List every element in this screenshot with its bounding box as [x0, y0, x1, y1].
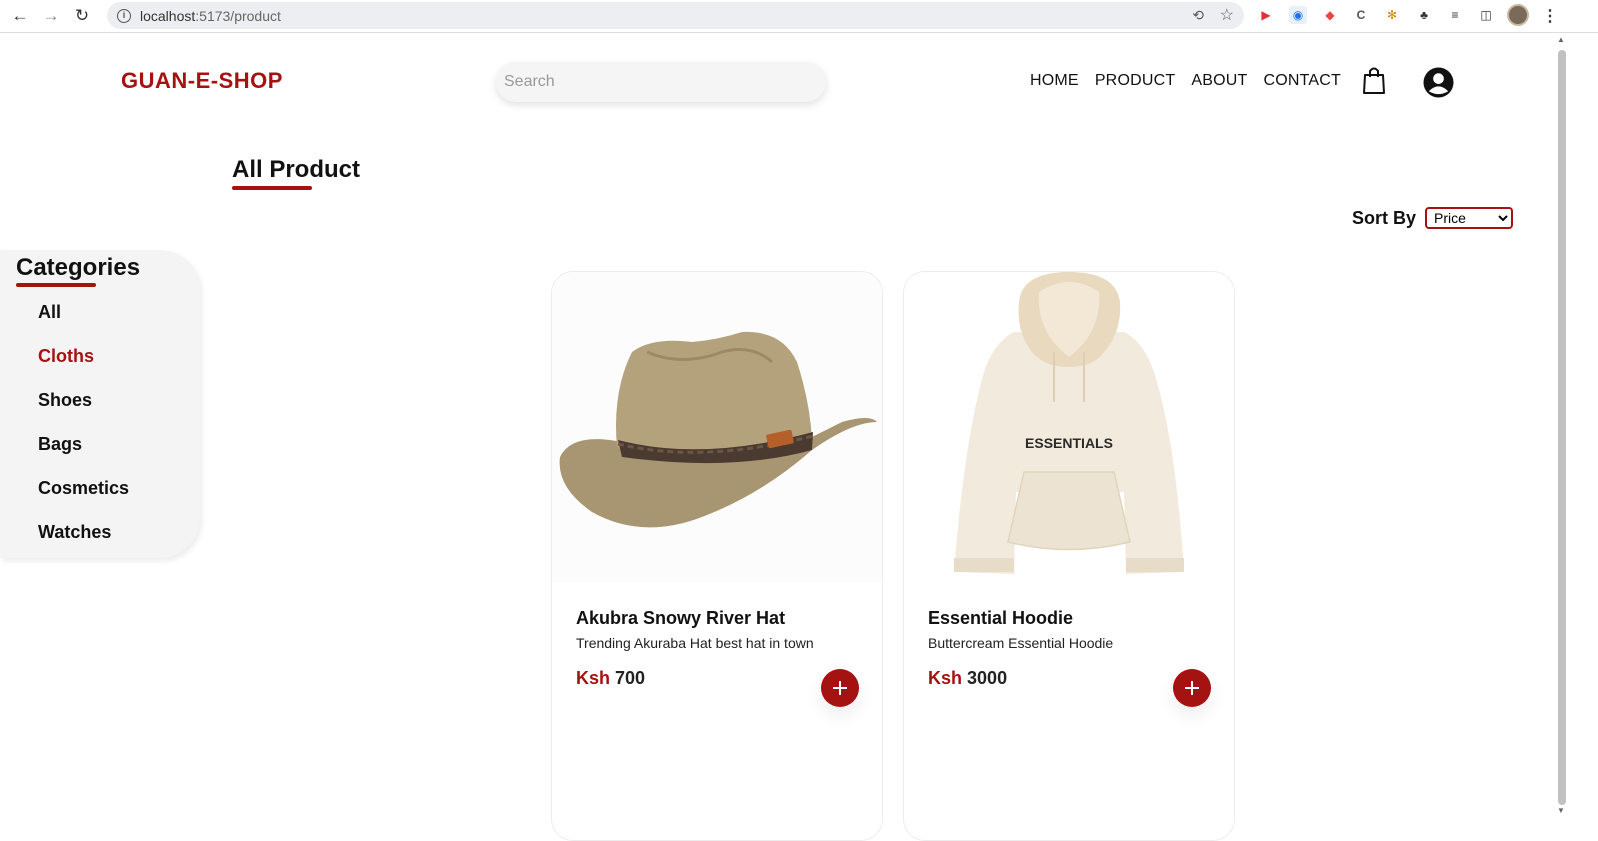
category-bags[interactable]: Bags — [38, 434, 82, 455]
add-to-cart-button[interactable] — [1173, 669, 1211, 707]
site-info-icon[interactable]: i — [117, 8, 131, 23]
plus-icon — [1185, 681, 1199, 695]
plus-icon — [833, 681, 847, 695]
product-name[interactable]: Essential Hoodie — [928, 608, 1073, 629]
scrollbar-thumb[interactable] — [1558, 50, 1566, 805]
nav-home[interactable]: HOME — [1030, 72, 1079, 90]
browser-toolbar: ← → ↻ i localhost:5173/product ⟲ ☆ ▶ ◉ ◆… — [0, 0, 1598, 33]
brand-logo[interactable]: GUAN-E-SHOP — [121, 68, 283, 94]
extension-bug-icon[interactable]: ✻ — [1383, 6, 1401, 24]
scroll-up-arrow-icon[interactable]: ▲ — [1557, 35, 1565, 44]
share-icon[interactable]: ⟲ — [1192, 7, 1204, 24]
title-underline — [232, 186, 312, 190]
product-description: Buttercream Essential Hoodie — [928, 635, 1114, 651]
product-image-hat[interactable] — [552, 272, 883, 582]
categories-underline — [16, 283, 96, 287]
sort-select[interactable]: Price — [1425, 207, 1513, 229]
bookmark-star-icon[interactable]: ☆ — [1220, 5, 1234, 25]
menu-kebab-icon[interactable]: ⋮ — [1542, 6, 1558, 26]
reading-list-icon[interactable]: ≡ — [1446, 6, 1464, 24]
forward-arrow-icon[interactable]: → — [40, 5, 62, 27]
extensions-puzzle-icon[interactable]: ♣ — [1415, 6, 1433, 24]
nav-contact[interactable]: CONTACT — [1263, 72, 1341, 90]
back-arrow-icon[interactable]: ← — [9, 5, 31, 27]
sort-label: Sort By — [1352, 208, 1417, 228]
url-text: localhost:5173/product — [140, 7, 281, 24]
add-to-cart-button[interactable] — [821, 669, 859, 707]
reload-icon[interactable]: ↻ — [71, 5, 93, 27]
address-bar[interactable]: i localhost:5173/product ⟲ ☆ — [107, 2, 1244, 29]
product-name[interactable]: Akubra Snowy River Hat — [576, 608, 785, 629]
extension-megaphone-icon[interactable]: ▶ — [1257, 6, 1275, 24]
product-price: Ksh 3000 — [928, 668, 1008, 688]
product-price: Ksh 700 — [576, 668, 646, 688]
extension-badge-icon[interactable]: ◆ — [1321, 6, 1339, 24]
hoodie-print-text: ESSENTIALS — [1025, 435, 1113, 451]
product-card[interactable]: Akubra Snowy River Hat Trending Akuraba … — [551, 271, 883, 841]
nav-about[interactable]: ABOUT — [1191, 72, 1247, 90]
product-card[interactable]: ESSENTIALS Essential Hoodie Buttercream … — [903, 271, 1235, 841]
scroll-down-arrow-icon[interactable]: ▼ — [1557, 806, 1565, 815]
categories-panel — [0, 250, 200, 558]
category-shoes[interactable]: Shoes — [38, 390, 92, 411]
category-all[interactable]: All — [38, 302, 61, 323]
category-cosmetics[interactable]: Cosmetics — [38, 478, 129, 499]
product-description: Trending Akuraba Hat best hat in town — [576, 635, 814, 651]
side-panel-icon[interactable]: ◫ — [1477, 6, 1495, 24]
extension-blue-icon[interactable]: ◉ — [1289, 6, 1307, 24]
main-nav: HOME PRODUCT ABOUT CONTACT — [1030, 72, 1341, 90]
page-title: All Product — [232, 156, 361, 183]
categories-title: Categories — [16, 254, 141, 281]
user-account-icon[interactable] — [1423, 67, 1454, 98]
shopping-bag-icon[interactable] — [1362, 66, 1386, 94]
extension-c-icon[interactable]: C — [1352, 6, 1370, 24]
category-cloths[interactable]: Cloths — [38, 346, 94, 367]
category-watches[interactable]: Watches — [38, 522, 111, 543]
search-input[interactable] — [496, 62, 826, 102]
profile-avatar[interactable] — [1507, 4, 1529, 26]
product-image-hoodie[interactable]: ESSENTIALS — [904, 272, 1235, 582]
nav-product[interactable]: PRODUCT — [1095, 72, 1176, 90]
